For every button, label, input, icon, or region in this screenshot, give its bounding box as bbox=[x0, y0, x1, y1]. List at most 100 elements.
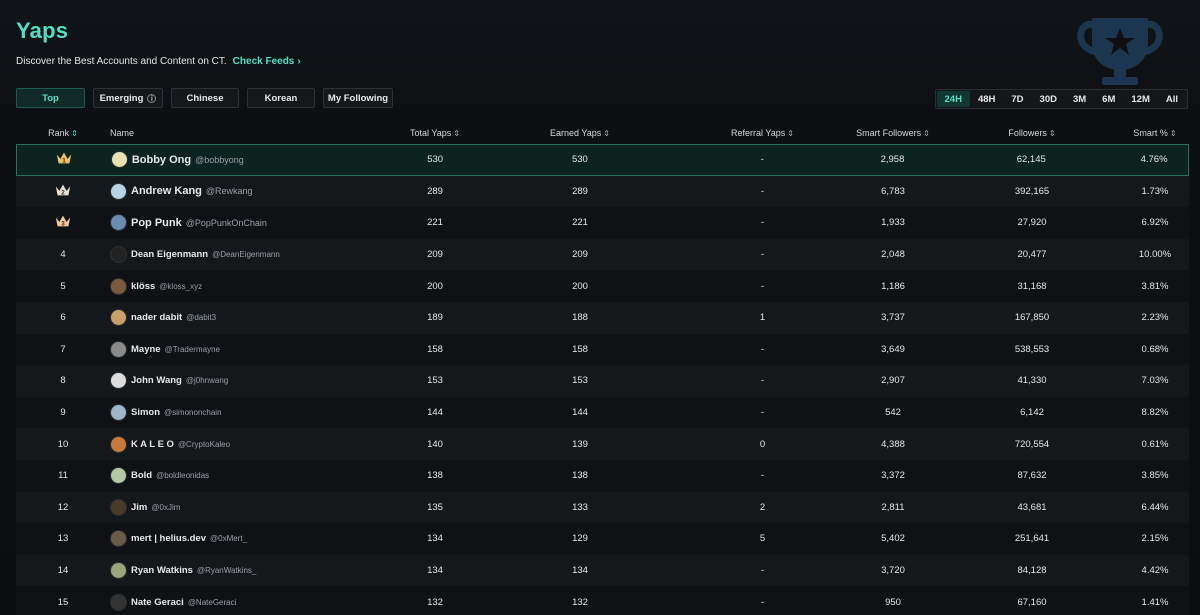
display-name[interactable]: nader dabit bbox=[131, 312, 182, 323]
avatar[interactable] bbox=[110, 309, 127, 327]
table-row[interactable]: 11 Bold @boldleonidas 138 138 - 3,372 87,632 3.8… bbox=[16, 459, 1189, 492]
timeframe-all[interactable]: All bbox=[1158, 91, 1186, 107]
rank-cell: 13 bbox=[57, 533, 69, 545]
name-cell[interactable]: Mayne @Tradermayne bbox=[110, 340, 370, 358]
rank-cell: 3 bbox=[16, 213, 110, 232]
display-name[interactable]: Pop Punk bbox=[131, 217, 182, 229]
table-row[interactable]: 3 Pop Punk @PopPunkOnChain 221 221 - 1,933 27,9… bbox=[16, 207, 1189, 239]
tab-top[interactable]: Top bbox=[16, 88, 85, 108]
avatar[interactable] bbox=[110, 498, 127, 516]
name-cell[interactable]: Nate Geraci @NateGeraci bbox=[110, 593, 370, 611]
display-name[interactable]: Dean Eigenmann bbox=[131, 249, 208, 260]
sort-icon: ⇕ bbox=[453, 129, 460, 138]
col-smart-followers[interactable]: Smart Followers ⇕ bbox=[815, 128, 949, 138]
earned-yaps-cell: 158 bbox=[572, 343, 588, 355]
avatar[interactable] bbox=[110, 562, 127, 580]
name-cell[interactable]: Pop Punk @PopPunkOnChain bbox=[110, 214, 370, 232]
timeframe-6m[interactable]: 6M bbox=[1094, 91, 1123, 107]
name-cell[interactable]: K A L E O @CryptoKaleo bbox=[110, 435, 370, 453]
name-cell[interactable]: Bobby Ong @bobbyong bbox=[110, 151, 370, 169]
avatar[interactable] bbox=[110, 182, 127, 200]
table-row[interactable]: 2 Andrew Kang @Rewkang 289 289 - 6,783 392,165 1… bbox=[16, 175, 1189, 208]
rank-cell: 6 bbox=[60, 312, 66, 324]
avatar[interactable] bbox=[110, 340, 127, 358]
smart-followers-cell: 3,649 bbox=[881, 343, 905, 355]
col-rank[interactable]: Rank ⇕ bbox=[16, 128, 110, 138]
name-cell[interactable]: mert | helius.dev @0xMert_ bbox=[110, 530, 370, 548]
handle: @kloss_xyz bbox=[159, 281, 203, 291]
avatar[interactable] bbox=[110, 593, 127, 611]
table-row[interactable]: 15 Nate Geraci @NateGeraci 132 132 - 950 67,160… bbox=[16, 586, 1189, 615]
display-name[interactable]: Ryan Watkins bbox=[131, 565, 193, 576]
tab-my-following[interactable]: My Following bbox=[323, 88, 393, 108]
display-name[interactable]: Nate Geraci bbox=[131, 597, 184, 608]
tab-chinese[interactable]: Chinese bbox=[171, 88, 239, 108]
name-cell[interactable]: John Wang @j0hnwang bbox=[110, 372, 370, 390]
avatar[interactable] bbox=[110, 246, 127, 264]
display-name[interactable]: Bold bbox=[131, 470, 152, 481]
table-row[interactable]: 8 John Wang @j0hnwang 153 153 - 2,907 41,330 7.0… bbox=[16, 365, 1189, 397]
display-name[interactable]: Bobby Ong bbox=[132, 154, 191, 166]
table-row[interactable]: 7 Mayne @Tradermayne 158 158 - 3,649 538,553 0.6… bbox=[16, 333, 1189, 366]
table-row[interactable]: 1 Bobby Ong @bobbyong 530 530 - 2,958 62,145 4.7… bbox=[16, 144, 1189, 176]
table-row[interactable]: 10 K A L E O @CryptoKaleo 140 139 0 4,388 720,5… bbox=[16, 428, 1189, 460]
name-cell[interactable]: Simon @simononchain bbox=[110, 404, 370, 422]
col-smart-pct[interactable]: Smart % ⇕ bbox=[1089, 128, 1189, 138]
sort-icon: ⇕ bbox=[1048, 129, 1056, 138]
display-name[interactable]: John Wang bbox=[131, 375, 182, 386]
handle: @j0hnwang bbox=[185, 376, 229, 386]
smart-pct-cell: 1.41% bbox=[1141, 596, 1169, 608]
name-cell[interactable]: Ryan Watkins @RyanWatkins_ bbox=[110, 562, 370, 580]
name-cell[interactable]: Jim @0xJim bbox=[110, 498, 370, 516]
display-name[interactable]: Jim bbox=[131, 502, 147, 513]
name-cell[interactable]: Andrew Kang @Rewkang bbox=[110, 182, 370, 200]
table-row[interactable]: 4 Dean Eigenmann @DeanEigenmann 209 209 - 2,04… bbox=[16, 238, 1189, 271]
name-cell[interactable]: Dean Eigenmann @DeanEigenmann bbox=[110, 246, 370, 264]
rank-cell: 7 bbox=[60, 343, 66, 355]
smart-pct-cell: 4.42% bbox=[1141, 565, 1169, 577]
col-referral-yaps[interactable]: Referral Yaps ⇕ bbox=[630, 128, 815, 138]
avatar[interactable] bbox=[110, 467, 127, 485]
avatar[interactable] bbox=[110, 214, 127, 232]
display-name[interactable]: Simon bbox=[131, 407, 160, 418]
table-row[interactable]: 6 nader dabit @dabit3 189 188 1 3,737 167,850 2.… bbox=[16, 301, 1189, 334]
col-earned-yaps[interactable]: Earned Yaps ⇕ bbox=[500, 128, 630, 138]
tab-emerging[interactable]: Emerging i bbox=[93, 88, 163, 108]
name-cell[interactable]: Bold @boldleonidas bbox=[110, 467, 370, 485]
avatar[interactable] bbox=[110, 151, 128, 169]
timeframe-7d[interactable]: 7D bbox=[1003, 91, 1031, 107]
table-row[interactable]: 13 mert | helius.dev @0xMert_ 134 129 5 5,402 2… bbox=[16, 523, 1189, 555]
avatar[interactable] bbox=[110, 404, 127, 422]
col-total-yaps[interactable]: Total Yaps ⇕ bbox=[370, 128, 500, 138]
table-row[interactable]: 12 Jim @0xJim 135 133 2 2,811 43,681 6.44% bbox=[16, 491, 1189, 524]
rank-cell: 14 bbox=[57, 565, 69, 577]
display-name[interactable]: mert | helius.dev bbox=[131, 533, 206, 544]
display-name[interactable]: Mayne bbox=[131, 344, 161, 355]
smart-pct-cell: 10.00% bbox=[1138, 249, 1172, 261]
col-name: Name bbox=[110, 128, 370, 138]
table-row[interactable]: 14 Ryan Watkins @RyanWatkins_ 134 134 - 3,720 8… bbox=[16, 554, 1189, 587]
col-followers[interactable]: Followers ⇕ bbox=[949, 128, 1089, 138]
table-row[interactable]: 5 klöss @kloss_xyz 200 200 - 1,186 31,168 3.81% bbox=[16, 270, 1189, 302]
display-name[interactable]: K A L E O bbox=[131, 439, 174, 450]
avatar[interactable] bbox=[110, 372, 127, 390]
avatar[interactable] bbox=[110, 435, 127, 453]
timeframe-3m[interactable]: 3M bbox=[1065, 91, 1094, 107]
avatar[interactable] bbox=[110, 530, 127, 548]
table-row[interactable]: 9 Simon @simononchain 144 144 - 542 6,142 8.82% bbox=[16, 396, 1189, 429]
display-name[interactable]: Andrew Kang bbox=[131, 185, 202, 197]
name-cell[interactable]: klöss @kloss_xyz bbox=[110, 277, 370, 295]
avatar[interactable] bbox=[110, 277, 127, 295]
info-circle-icon[interactable]: i bbox=[147, 93, 157, 103]
smart-followers-cell: 2,048 bbox=[881, 249, 905, 261]
trophy-icon bbox=[1077, 18, 1163, 85]
smart-pct-cell: 0.68% bbox=[1141, 343, 1169, 355]
timeframe-12m[interactable]: 12M bbox=[1123, 91, 1157, 107]
timeframe-24h[interactable]: 24H bbox=[936, 91, 970, 107]
display-name[interactable]: klöss bbox=[131, 281, 155, 292]
timeframe-30d[interactable]: 30D bbox=[1032, 91, 1065, 107]
name-cell[interactable]: nader dabit @dabit3 bbox=[110, 309, 370, 327]
check-feeds-link[interactable]: Check Feeds › bbox=[233, 56, 301, 67]
timeframe-48h[interactable]: 48H bbox=[970, 91, 1003, 107]
tab-korean[interactable]: Korean bbox=[247, 88, 315, 108]
